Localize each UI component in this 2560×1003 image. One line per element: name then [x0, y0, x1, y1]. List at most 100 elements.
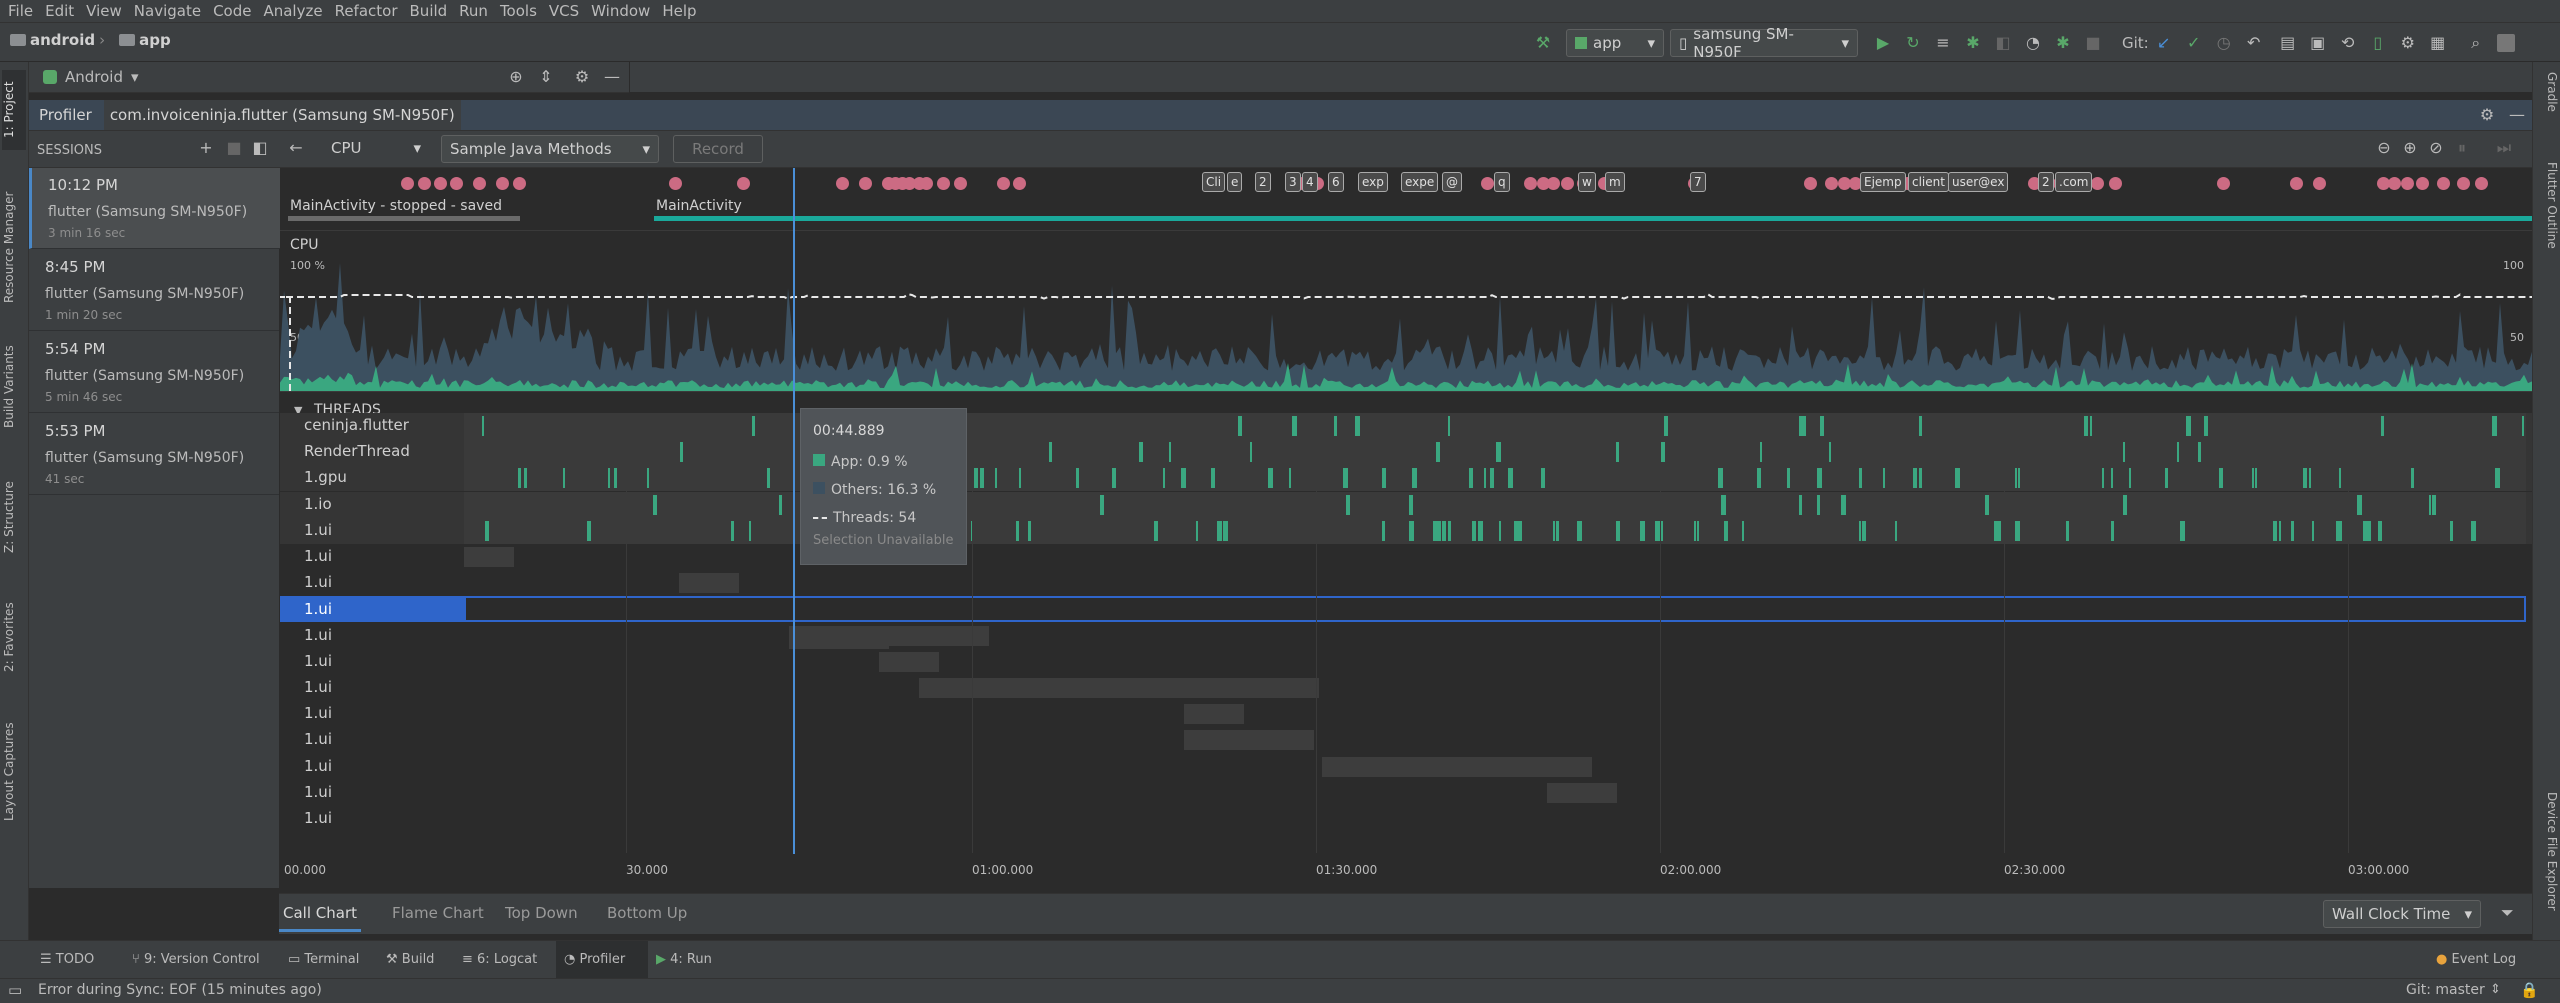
touch-event-marker[interactable] [2457, 177, 2470, 190]
menu-item-vcs[interactable]: VCS [543, 0, 585, 22]
tab-layout-captures[interactable]: Layout Captures [2, 712, 26, 832]
thread-activity-lane[interactable] [464, 675, 2526, 701]
thread-activity-lane[interactable] [464, 622, 2526, 666]
zoom-out-icon[interactable]: ⊖ [2375, 139, 2393, 157]
thread-row[interactable]: 1.ui [280, 648, 2532, 675]
device-manager-icon[interactable]: ▦ [2429, 34, 2447, 52]
thread-row[interactable]: 1.ui [280, 570, 2532, 597]
run-icon[interactable]: ▶ [1874, 34, 1892, 52]
thread-activity-lane[interactable] [464, 779, 2526, 806]
thread-activity-lane[interactable] [464, 465, 2526, 492]
process-tab[interactable]: com.invoiceninja.flutter (Samsung SM-N95… [103, 100, 461, 130]
touch-event-marker[interactable] [1561, 177, 1574, 190]
session-item[interactable]: 8:45 PM flutter (Samsung SM-N950F) 1 min… [29, 250, 279, 331]
touch-event-marker[interactable] [1547, 177, 1560, 190]
thread-activity-lane[interactable] [464, 596, 2526, 623]
debug-icon[interactable]: ✱ [1964, 34, 1982, 52]
clock-type-select[interactable]: Wall Clock Time ▾ [2323, 900, 2481, 928]
chevron-down-icon[interactable]: ▾ [131, 68, 139, 86]
stop-icon[interactable]: ■ [2084, 34, 2102, 52]
touch-event-marker[interactable] [997, 177, 1010, 190]
menu-item-window[interactable]: Window [585, 0, 656, 22]
profile-icon[interactable]: ◔ [2024, 34, 2042, 52]
thread-row[interactable]: 1.gpu [280, 465, 2532, 492]
thread-activity-lane[interactable] [464, 544, 2526, 570]
tool-todo[interactable]: ☰ TODO [40, 941, 94, 979]
tool-run[interactable]: ▶ 4: Run [656, 941, 712, 979]
touch-event-marker[interactable] [1825, 177, 1838, 190]
touch-event-marker[interactable] [513, 177, 526, 190]
key-event-tag[interactable]: 2 [2038, 172, 2054, 192]
touch-event-marker[interactable] [2475, 177, 2488, 190]
menu-item-edit[interactable]: Edit [39, 0, 80, 22]
split-view-icon[interactable]: ◧ [251, 139, 269, 157]
minimize-icon[interactable]: — [603, 68, 621, 86]
tool-terminal[interactable]: ▭ Terminal [288, 941, 359, 979]
apply-changes-icon[interactable]: ↻ [1904, 34, 1922, 52]
touch-event-marker[interactable] [1804, 177, 1817, 190]
thread-row[interactable]: RenderThread [280, 439, 2532, 466]
key-event-tag[interactable]: Cli [1202, 172, 1226, 192]
tool-logcat[interactable]: ≡ 6: Logcat [462, 941, 537, 979]
tab-top-down[interactable]: Top Down [505, 894, 578, 932]
key-event-tag[interactable]: 3 [1285, 172, 1301, 192]
breadcrumb-module[interactable]: app [139, 31, 171, 49]
menu-item-code[interactable]: Code [207, 0, 257, 22]
record-button[interactable]: Record [673, 135, 763, 163]
device-select[interactable]: ▯ samsung SM-N950F ▾ [1670, 25, 1858, 61]
touch-event-marker[interactable] [937, 177, 950, 190]
touch-event-marker[interactable] [1481, 177, 1494, 190]
avatar[interactable] [2496, 34, 2515, 52]
menu-item-run[interactable]: Run [453, 0, 494, 22]
touch-event-marker[interactable] [669, 177, 682, 190]
tab-flame-chart[interactable]: Flame Chart [392, 894, 484, 932]
touch-event-marker[interactable] [2217, 177, 2230, 190]
git-update-icon[interactable]: ↙ [2155, 34, 2173, 52]
key-event-tag[interactable]: 6 [1328, 172, 1344, 192]
thread-activity-lane[interactable] [464, 648, 2526, 675]
key-event-tag[interactable]: .com [2055, 172, 2093, 192]
key-event-tag[interactable]: exp [1358, 172, 1388, 192]
recording-config-select[interactable]: Sample Java Methods ▾ [441, 135, 659, 163]
thread-activity-lane[interactable] [464, 413, 2526, 439]
thread-activity-lane[interactable] [464, 517, 2526, 544]
touch-event-marker[interactable] [2401, 177, 2414, 190]
touch-event-marker[interactable] [418, 177, 431, 190]
touch-event-marker[interactable] [434, 177, 447, 190]
menu-item-tools[interactable]: Tools [494, 0, 543, 22]
git-history-icon[interactable]: ◷ [2215, 34, 2233, 52]
tool-version-control[interactable]: ⑂ 9: Version Control [132, 941, 260, 979]
key-event-tag[interactable]: Ejemp [1860, 172, 1906, 192]
touch-event-marker[interactable] [2109, 177, 2122, 190]
touch-event-marker[interactable] [473, 177, 486, 190]
thread-row[interactable]: 1.ui [280, 622, 2532, 666]
key-event-tag[interactable]: client [1908, 172, 1949, 192]
key-event-tag[interactable]: 7 [1690, 172, 1706, 192]
touch-event-marker[interactable] [859, 177, 872, 190]
touch-event-marker[interactable] [737, 177, 750, 190]
thread-row[interactable]: 1.ui [280, 544, 2532, 570]
thread-row[interactable]: 1.ui [280, 596, 2532, 623]
key-event-tag[interactable]: expe [1401, 172, 1439, 192]
attach-debugger-icon[interactable]: ✱ [2054, 34, 2072, 52]
touch-event-marker[interactable] [836, 177, 849, 190]
tab-bottom-up[interactable]: Bottom Up [607, 894, 687, 932]
key-event-tag[interactable]: 4 [1302, 172, 1318, 192]
go-live-icon[interactable]: ⏭ [2495, 139, 2513, 157]
touch-event-marker[interactable] [401, 177, 414, 190]
thread-activity-lane[interactable] [464, 491, 2526, 518]
tab-device-file-explorer[interactable]: Device File Explorer [2537, 792, 2559, 932]
zoom-in-icon[interactable]: ⊕ [2401, 139, 2419, 157]
tab-build-variants[interactable]: Build Variants [2, 332, 26, 442]
menu-item-file[interactable]: File [0, 0, 39, 22]
thread-activity-lane[interactable] [464, 727, 2526, 754]
menu-item-refactor[interactable]: Refactor [329, 0, 404, 22]
back-arrow-icon[interactable]: ← [287, 139, 305, 157]
touch-event-marker[interactable] [2290, 177, 2303, 190]
touch-event-marker[interactable] [920, 177, 933, 190]
key-event-tag[interactable]: m [1605, 172, 1625, 192]
thread-row[interactable]: ceninja.flutter [280, 413, 2532, 439]
stop-session-icon[interactable]: ■ [225, 139, 243, 157]
sdk-manager-icon[interactable]: ▣ [2309, 34, 2327, 52]
git-commit-icon[interactable]: ✓ [2185, 34, 2203, 52]
